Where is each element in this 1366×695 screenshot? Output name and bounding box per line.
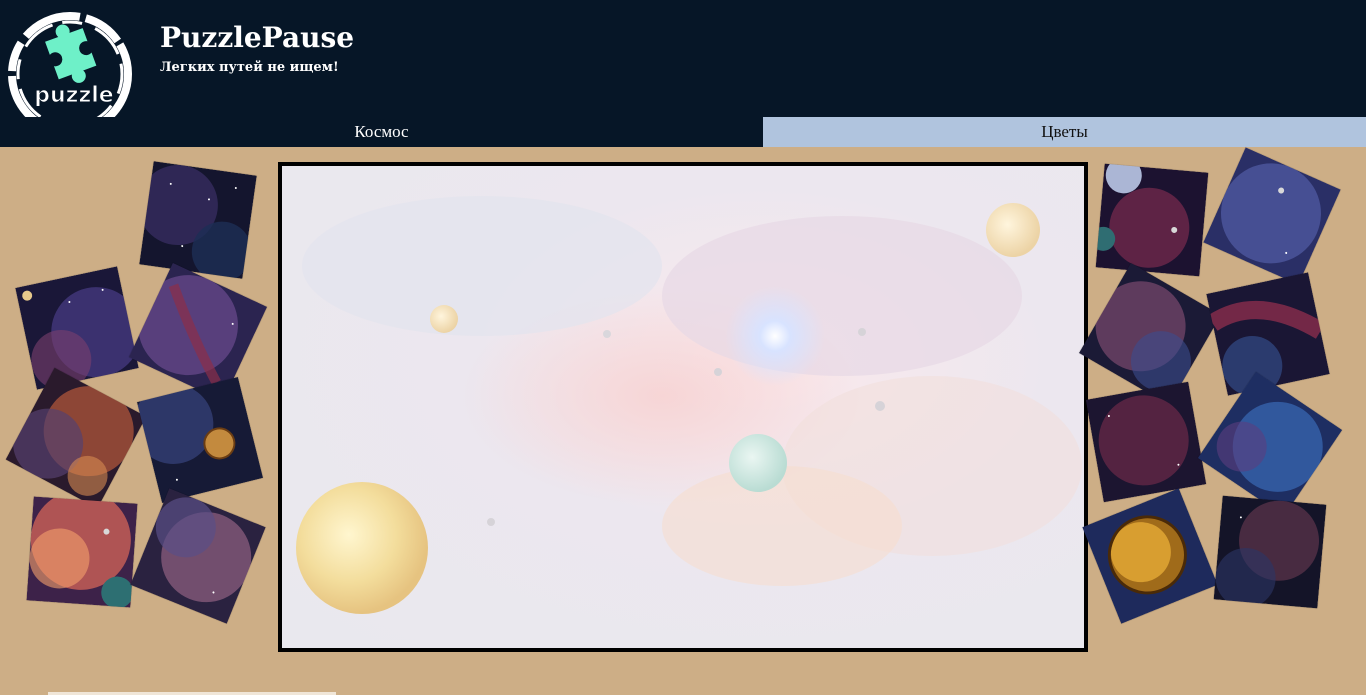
puzzle-piece[interactable]	[130, 488, 266, 624]
puzzle-piece[interactable]	[1085, 381, 1207, 503]
site-title: PuzzlePause	[160, 21, 355, 54]
category-tabs: Космос Цветы	[0, 117, 1366, 147]
puzzle-piece[interactable]	[1206, 272, 1330, 396]
puzzle-piece[interactable]	[1078, 262, 1222, 406]
puzzle-piece-icon	[45, 24, 97, 83]
board-preview-image	[282, 166, 1084, 648]
puzzle-piece[interactable]	[1213, 495, 1327, 609]
puzzle-board[interactable]	[278, 162, 1088, 652]
puzzle-piece[interactable]	[5, 367, 147, 509]
puzzle-piece[interactable]	[26, 496, 138, 608]
puzzle-piece[interactable]	[15, 266, 139, 390]
puzzle-piece[interactable]	[1082, 488, 1218, 624]
tab-space[interactable]: Космос	[0, 117, 763, 147]
puzzle-piece[interactable]	[136, 376, 264, 504]
puzzle-piece[interactable]	[1197, 371, 1343, 517]
site-tagline: Легких путей не ищем!	[160, 60, 339, 75]
puzzle-piece[interactable]	[128, 262, 268, 402]
site-header: puzzle PuzzlePause Легких путей не ищем!	[0, 0, 1366, 136]
tab-flowers[interactable]: Цветы	[763, 117, 1366, 147]
puzzle-piece[interactable]	[139, 161, 257, 279]
logo-text: puzzle	[34, 83, 113, 108]
puzzle-piece[interactable]	[1203, 147, 1341, 285]
puzzle-piece[interactable]	[1095, 163, 1209, 277]
